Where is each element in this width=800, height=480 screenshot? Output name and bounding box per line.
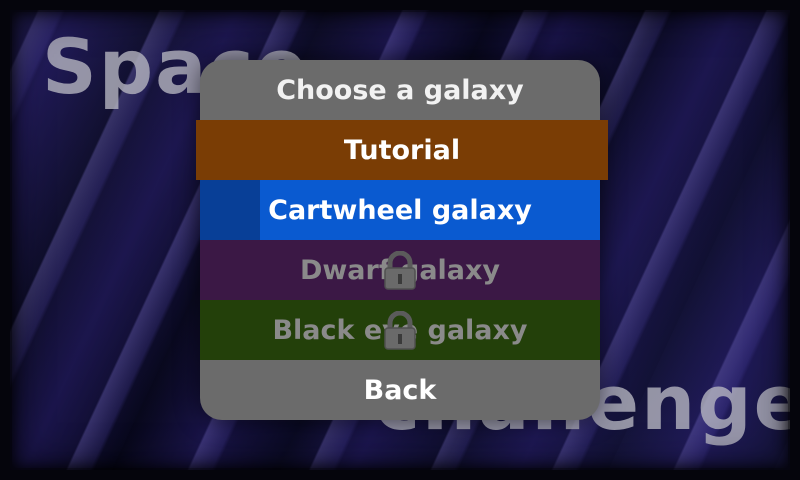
- menu-item-black-eye-galaxy[interactable]: Black eye galaxy: [200, 300, 600, 360]
- menu-heading-label: Choose a galaxy: [276, 74, 524, 106]
- menu-item-label: Cartwheel galaxy: [268, 194, 532, 226]
- menu-item-cartwheel-galaxy[interactable]: Cartwheel galaxy: [200, 180, 600, 240]
- game-screen: Space challenge Choose a galaxy Tutorial…: [0, 0, 800, 480]
- menu-heading: Choose a galaxy: [200, 60, 600, 120]
- back-button[interactable]: Back: [200, 360, 600, 420]
- selection-indicator: [200, 180, 260, 240]
- back-button-label: Back: [363, 374, 437, 406]
- lock-icon: [384, 311, 416, 350]
- menu-item-dwarf-galaxy[interactable]: Dwarf galaxy: [200, 240, 600, 300]
- galaxy-menu: Choose a galaxy Tutorial Cartwheel galax…: [196, 60, 608, 420]
- menu-item-tutorial[interactable]: Tutorial: [196, 120, 608, 180]
- lock-icon: [384, 251, 416, 290]
- menu-item-label: Tutorial: [343, 134, 461, 166]
